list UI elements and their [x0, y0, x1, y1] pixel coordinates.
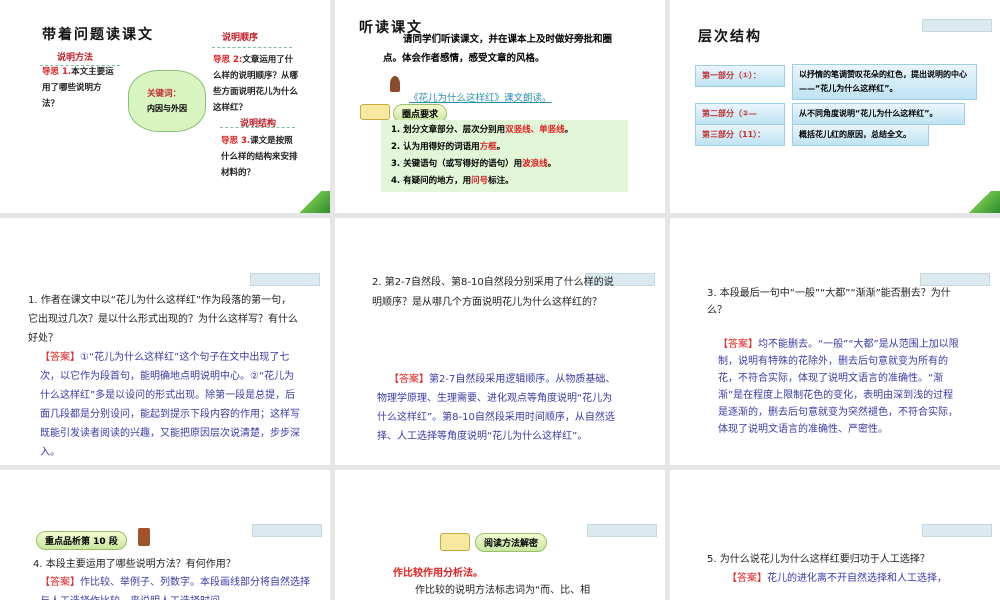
label-placeholder — [587, 524, 657, 537]
question-text: 5. 为什么说花儿为什么这样红要归功于人工选择？ — [707, 554, 930, 565]
slide-title: 带着问题读课文 — [42, 27, 154, 43]
part-desc: 概括花儿红的原因，总结全文。 — [792, 124, 929, 146]
book-icon — [360, 104, 390, 120]
book-icon — [440, 533, 470, 551]
requirements-list: 1. 划分文章部分、层次分别用双竖线、单竖线。 2. 认为用得好的词语用方框。 … — [381, 120, 628, 192]
keyword-label: 关键词： — [147, 89, 182, 99]
order-label: 说明顺序 — [222, 33, 259, 43]
part-label: 第二部分（②— — [695, 103, 785, 125]
answer-tag: 【答案】 — [389, 374, 429, 385]
page-curl-icon — [290, 191, 330, 213]
answer-text: 花儿的进化离不开自然选择和人工选择， — [767, 573, 947, 584]
q3-tag: 导思 3. — [221, 136, 251, 146]
section-badge: 阅读方法解密 — [475, 533, 548, 552]
answer-tag: 【答案】 — [727, 573, 767, 584]
slide-thumbnail-6[interactable]: 3. 本段最后一句中“一般”“大都”“渐渐”能否删去？为什么？ 【答案】均不能删… — [670, 218, 1000, 465]
slide-thumbnail-7[interactable]: 重点品析第 10 段 4. 本段主要运用了哪些说明方法？有何作用？ 【答案】作比… — [0, 470, 330, 600]
books-icon — [138, 528, 150, 546]
requirement-item: 1. 划分文章部分、层次分别用双竖线、单竖线。 — [391, 125, 574, 135]
q2-tag: 导思 2: — [213, 55, 243, 65]
part-label: 第一部分（①）： — [695, 65, 785, 87]
slide-thumbnail-2[interactable]: 听读课文 请同学们听读课文，并在课本上及时做好旁批和圈点。体会作者感情，感受文章… — [335, 0, 665, 213]
part-desc: 从不同角度说明“花儿为什么这样红”。 — [792, 103, 965, 125]
slide-title: 层次结构 — [698, 29, 762, 45]
method-label: 说明方法 — [57, 53, 94, 63]
question-text: 3. 本段最后一句中“一般”“大都”“渐渐”能否删去？为什么？ — [707, 288, 951, 316]
slide-thumbnail-9[interactable]: 5. 为什么说花儿为什么这样红要归功于人工选择？ 【答案】花儿的进化离不开自然选… — [670, 470, 1000, 600]
slide-thumbnail-1[interactable]: 带着问题读课文 说明方法 导思 1.本文主要运用了哪些说明方法？ 关键词： 内因… — [0, 0, 330, 213]
answer-text: 作比较、举例子、列数字。本段画线部分将自然选择与人工选择作比较，来说明人工选择时… — [40, 577, 310, 600]
question-text: 2. 第2-7自然段、第8-10自然段分别采用了什么样的说明顺序？是从哪几个方面… — [372, 277, 614, 308]
intro-text: 请同学们听读课文，并在课本上及时做好旁批和圈点。体会作者感情，感受文章的风格。 — [383, 34, 613, 64]
section-badge: 重点品析第 10 段 — [36, 531, 127, 550]
question-text: 1. 作者在课文中以“花儿为什么这样红”作为段落的第一句，它出现过几次？是以什么… — [28, 295, 298, 344]
q1-tag: 导思 1. — [42, 67, 72, 77]
answer-text: ①“花儿为什么这样红”这个句子在文中出现了七次，以它作为段首句，能明确地点明说明… — [40, 352, 300, 458]
label-placeholder — [252, 524, 322, 537]
answer-tag: 【答案】 — [718, 339, 758, 350]
slide-thumbnail-5[interactable]: 2. 第2-7自然段、第8-10自然段分别采用了什么样的说明顺序？是从哪几个方面… — [335, 218, 665, 465]
requirement-item: 3. 关键语句（或写得好的语句）用波浪线。 — [391, 159, 557, 169]
slide-thumbnail-8[interactable]: 阅读方法解密 作比较作用分析法。 作比较的说明方法标志词为“而、比、相 — [335, 470, 665, 600]
requirement-item: 2. 认为用得好的词语用方框。 — [391, 142, 506, 152]
slide-thumbnail-4[interactable]: 1. 作者在课文中以“花儿为什么这样红”作为段落的第一句，它出现过几次？是以什么… — [0, 218, 330, 465]
part-desc: 以抒情的笔调赞叹花朵的红色，提出说明的中心——“花儿为什么这样红”。 — [792, 64, 977, 100]
keyword-cloud: 关键词： 内因与外因 — [128, 70, 206, 132]
label-placeholder — [922, 524, 992, 537]
method-text: 作比较的说明方法标志词为“而、比、相 — [415, 585, 591, 596]
slide-thumbnail-3[interactable]: 层次结构 第一部分（①）： 以抒情的笔调赞叹花朵的红色，提出说明的中心——“花儿… — [670, 0, 1000, 213]
page-curl-icon — [960, 191, 1000, 213]
part-label: 第三部分（11）： — [695, 124, 785, 146]
answer-tag: 【答案】 — [40, 352, 80, 363]
keyword-text: 内因与外因 — [147, 104, 187, 113]
reading-audio-link[interactable]: 《花儿为什么这样红》课文朗读。 — [409, 90, 552, 104]
method-title: 作比较作用分析法。 — [393, 568, 483, 579]
label-placeholder — [250, 273, 320, 286]
question-text: 4. 本段主要运用了哪些说明方法？有何作用？ — [33, 559, 236, 570]
label-placeholder — [922, 19, 992, 32]
answer-text: 均不能删去。“一般”“大都”是从范围上加以限制，说明有特殊的花除外，删去后句意就… — [718, 339, 959, 435]
requirement-item: 4. 有疑问的地方，用问号标注。 — [391, 176, 514, 186]
gramophone-icon — [390, 76, 400, 92]
answer-tag: 【答案】 — [40, 577, 80, 588]
